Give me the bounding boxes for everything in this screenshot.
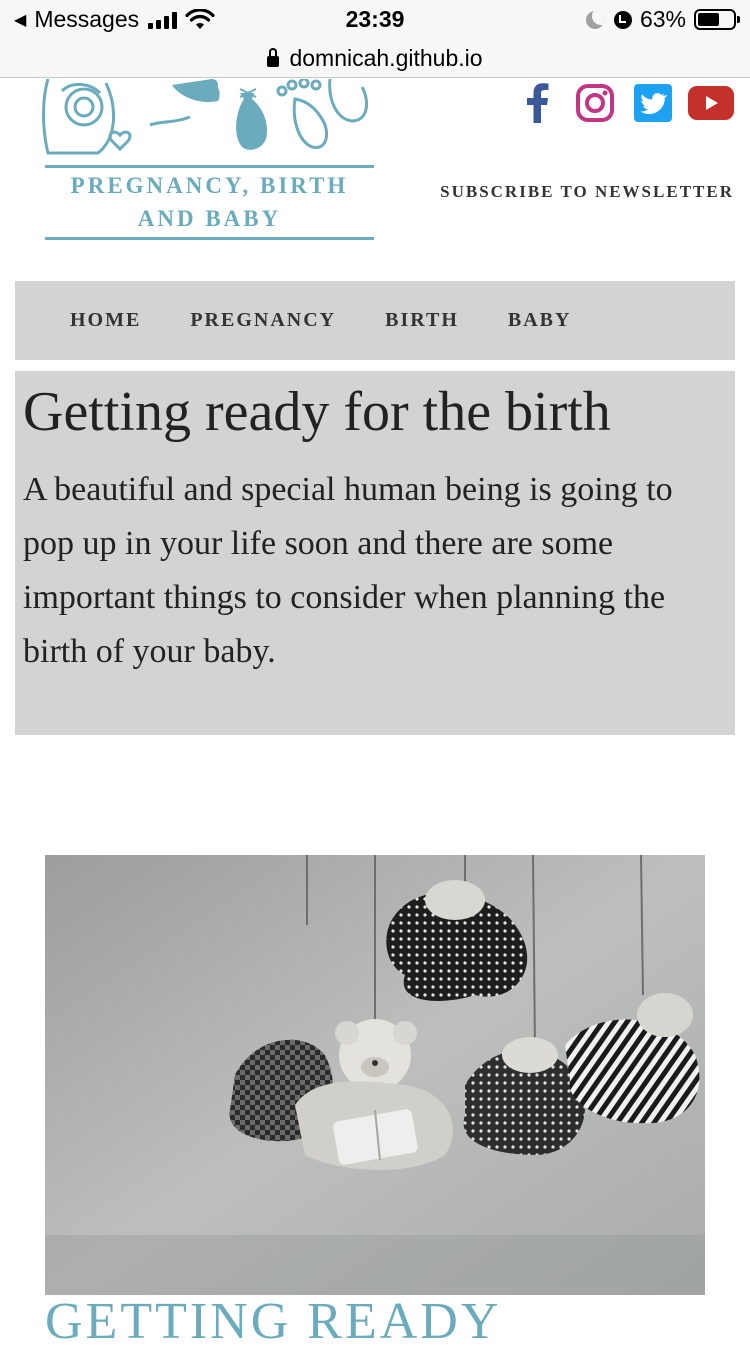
nav-item-home[interactable]: HOME bbox=[70, 309, 141, 332]
logo-rule-top bbox=[45, 165, 374, 168]
logo-rule-bottom bbox=[45, 237, 374, 240]
url-domain[interactable]: domnicah.github.io bbox=[289, 45, 482, 72]
hero-panel: Getting ready for the birth A beautiful … bbox=[15, 371, 735, 735]
page-title: Getting ready for the birth bbox=[23, 381, 611, 443]
status-bar: ◀ Messages 23:39 63% bbox=[0, 0, 750, 40]
baby-mobile-photo bbox=[45, 855, 705, 1295]
nav-item-pregnancy[interactable]: PREGNANCY bbox=[190, 309, 336, 332]
twitter-icon[interactable] bbox=[630, 84, 676, 122]
logo-title: PREGNANCY, BIRTH AND BABY bbox=[70, 173, 349, 231]
youtube-icon[interactable] bbox=[688, 84, 734, 122]
hero-intro-text: A beautiful and special human being is g… bbox=[23, 471, 673, 670]
nav-item-baby[interactable]: BABY bbox=[508, 309, 572, 332]
battery-percent: 63% bbox=[639, 6, 686, 32]
url-bar[interactable]: domnicah.github.io bbox=[0, 40, 750, 78]
section-heading: GETTING READY bbox=[45, 1293, 502, 1350]
lock-icon bbox=[267, 48, 280, 67]
battery-icon bbox=[694, 9, 740, 30]
nav-item-birth[interactable]: BIRTH bbox=[385, 309, 459, 332]
social-links bbox=[514, 83, 734, 123]
instagram-icon[interactable] bbox=[572, 84, 618, 122]
facebook-icon[interactable] bbox=[514, 83, 560, 123]
do-not-disturb-icon bbox=[585, 10, 604, 29]
logo-illustration bbox=[42, 79, 369, 155]
alarm-icon bbox=[613, 10, 632, 29]
site-logo[interactable]: PREGNANCY, BIRTH AND BABY bbox=[40, 79, 380, 244]
main-nav: HOME PREGNANCY BIRTH BABY bbox=[15, 281, 735, 360]
subscribe-newsletter-link[interactable]: SUBSCRIBE TO NEWSLETTER bbox=[440, 182, 734, 202]
